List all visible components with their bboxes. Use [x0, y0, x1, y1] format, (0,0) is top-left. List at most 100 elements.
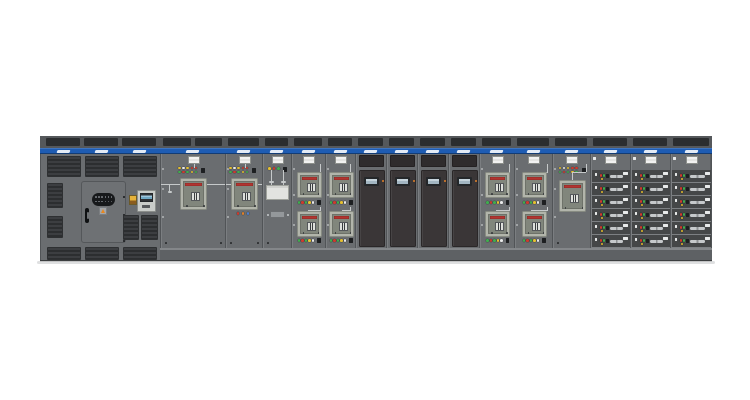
red-indicator-led — [526, 201, 529, 204]
hinge-dot — [293, 168, 295, 170]
breaker-screw — [318, 232, 320, 234]
mcc-drawer-unit — [632, 222, 670, 235]
yellow-indicator-led — [497, 239, 500, 242]
control-switch — [349, 200, 353, 205]
control-bay-door — [421, 170, 447, 247]
green-indicator-led — [337, 239, 340, 242]
breaker-red-label — [302, 177, 317, 180]
white-indicator-led — [233, 167, 236, 170]
section-acb-feeder-5 — [479, 154, 514, 248]
breaker-red-label — [490, 177, 505, 180]
drawer-yellow-led — [601, 178, 604, 181]
drawer-switch — [606, 174, 609, 178]
red-indicator-led — [490, 239, 493, 242]
hinge-dot — [554, 168, 556, 170]
breaker-face — [488, 175, 507, 195]
hinge-dot — [554, 188, 556, 190]
breaker-screw — [303, 232, 305, 234]
green-indicator-led — [178, 171, 181, 174]
red-indicator-led — [233, 171, 236, 174]
drawer-handle — [650, 188, 663, 191]
drawer-tag — [705, 172, 710, 175]
power-led — [382, 180, 384, 182]
hinge-dot — [227, 188, 229, 190]
section-nameplate — [566, 156, 578, 164]
breaker-red-label — [236, 183, 253, 186]
drawer-handle — [650, 214, 663, 217]
drawer-switch — [686, 200, 689, 204]
green-indicator-led — [493, 201, 496, 204]
drawer-handle — [690, 175, 705, 178]
breaker-face — [332, 175, 351, 195]
drawer-handle — [650, 240, 663, 243]
green-indicator-led — [530, 239, 533, 242]
drawer-red-led — [600, 226, 603, 229]
section-control-bay-3 — [417, 154, 448, 248]
drawer-label — [595, 173, 598, 176]
breaker-red-label — [527, 177, 542, 180]
green-indicator-led — [186, 171, 189, 174]
section-acb-feeder-4 — [325, 154, 355, 248]
red-indicator-led — [246, 167, 249, 170]
lower-cover — [270, 211, 285, 218]
red-indicator-led — [237, 212, 240, 215]
top-cover — [390, 155, 415, 167]
drawer-switch — [606, 239, 609, 243]
louver-vent — [123, 247, 157, 260]
mcc-drawer-unit — [632, 170, 670, 183]
yellow-indicator-led — [308, 239, 311, 242]
red-indicator-led — [301, 201, 304, 204]
drawer-label — [675, 238, 678, 241]
section-control-bay-4 — [448, 154, 479, 248]
breaker-emblem — [307, 183, 316, 192]
drawer-tag — [705, 224, 710, 227]
top-cover — [359, 155, 384, 167]
breaker-screw — [237, 205, 239, 207]
drawer-switch — [686, 213, 689, 217]
hinge-dot — [327, 168, 329, 170]
connector-pin — [95, 196, 97, 198]
section-mcc-column-3 — [670, 154, 712, 248]
power-led — [413, 180, 415, 182]
hinge-dot — [227, 216, 229, 218]
section-acb-feeder-1 — [160, 154, 225, 248]
breaker-screw — [491, 193, 493, 195]
drawer-tag — [623, 185, 628, 188]
white-indicator-led — [537, 239, 540, 242]
drawer-red-led — [640, 226, 643, 229]
drawer-yellow-led — [601, 191, 604, 194]
hinge-dot — [162, 188, 164, 190]
drawer-yellow-led — [641, 230, 644, 233]
breaker-emblem — [191, 192, 200, 201]
yellow-indicator-led — [559, 167, 562, 170]
connector-pin — [108, 196, 110, 198]
meter-slot — [142, 205, 150, 208]
drawer-tag — [663, 185, 668, 188]
green-indicator-led — [330, 239, 333, 242]
air-circuit-breaker — [522, 211, 547, 237]
control-switch — [201, 168, 205, 173]
drawer-red-led — [600, 174, 603, 177]
yellow-indicator-led — [497, 201, 500, 204]
connector-pin — [98, 201, 100, 203]
drawer-switch — [686, 174, 689, 178]
door-screw — [123, 196, 125, 198]
mimic-connector — [281, 181, 286, 183]
drawer-red-led — [680, 174, 683, 177]
breaker-screw — [350, 193, 352, 195]
section-nameplate — [303, 156, 315, 164]
mimic-connector — [269, 181, 274, 183]
green-indicator-led — [493, 239, 496, 242]
floor-shadow — [37, 261, 715, 264]
sections-layer — [40, 136, 712, 262]
breaker-emblem — [532, 222, 541, 231]
drawer-red-led — [680, 213, 683, 216]
cover-screw — [267, 214, 269, 216]
hinge-dot — [293, 194, 295, 196]
connector-pin — [98, 196, 100, 198]
drawer-yellow-led — [601, 230, 604, 233]
yellow-indicator-led — [191, 171, 194, 174]
red-indicator-led — [301, 239, 304, 242]
breaker-screw — [203, 205, 205, 207]
yellow-indicator-led — [567, 167, 570, 170]
